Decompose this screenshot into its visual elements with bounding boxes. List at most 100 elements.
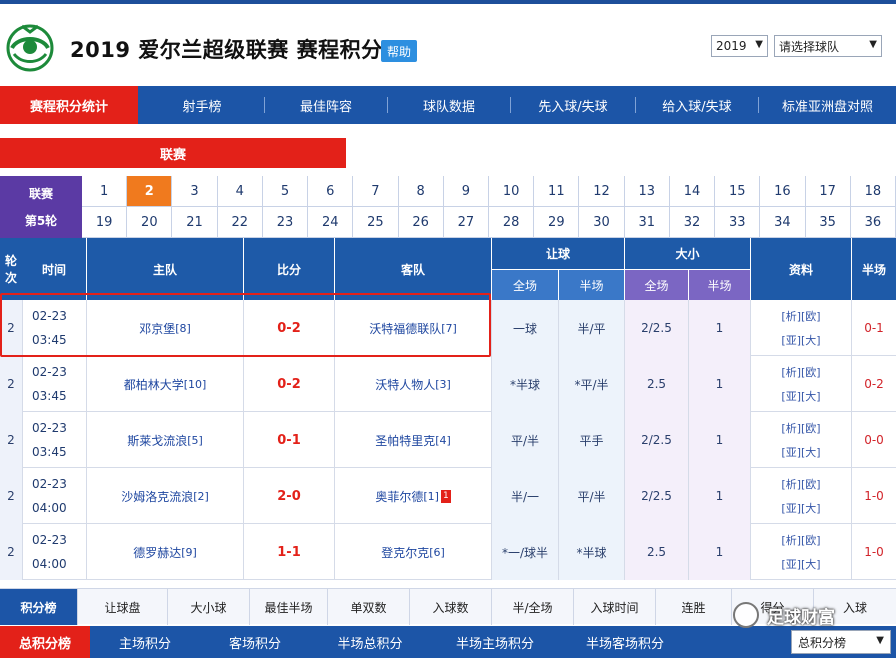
round-24[interactable]: 24 xyxy=(308,207,354,238)
round-label-bottom: 第5轮 xyxy=(24,214,58,228)
overunder-full: 2/2.5 xyxy=(625,468,688,524)
tab-best-half[interactable]: 最佳半场 xyxy=(250,589,328,625)
round-21[interactable]: 21 xyxy=(172,207,218,238)
match-score[interactable]: 0-2 xyxy=(277,321,301,336)
round-27[interactable]: 27 xyxy=(443,207,489,238)
home-team-link[interactable]: 邓京堡 xyxy=(139,320,175,337)
handicap-full: 一球 xyxy=(492,300,558,356)
col-header-score: 比分 xyxy=(244,238,334,300)
year-select[interactable]: 2019 ▼ xyxy=(711,35,768,57)
analysis-odds-link[interactable]: [析][欧] xyxy=(781,420,820,436)
away-team-link[interactable]: 奥菲尔德 xyxy=(375,488,423,505)
tab-odd-even[interactable]: 单双数 xyxy=(328,589,410,625)
analysis-odds-link[interactable]: [析][欧] xyxy=(781,532,820,548)
tab-half-home-standings[interactable]: 半场主场积分 xyxy=(430,626,560,658)
round-12[interactable]: 12 xyxy=(579,176,625,207)
round-3[interactable]: 3 xyxy=(172,176,218,207)
round-16[interactable]: 16 xyxy=(760,176,806,207)
match-score[interactable]: 2-0 xyxy=(277,489,301,504)
analysis-odds-link[interactable]: [析][欧] xyxy=(781,476,820,492)
round-2[interactable]: 2 xyxy=(127,176,173,207)
round-8[interactable]: 8 xyxy=(398,176,444,207)
away-team-cell: 登克尔克 [6] xyxy=(335,524,491,580)
away-team-link[interactable]: 登克尔克 xyxy=(381,544,429,561)
league-section-bar[interactable]: 联赛 xyxy=(0,138,346,168)
nav-item-best-lineup[interactable]: 最佳阵容 xyxy=(265,86,387,124)
tab-goals[interactable]: 入球数 xyxy=(410,589,492,625)
home-team-link[interactable]: 都柏林大学 xyxy=(124,376,184,393)
tab-home-standings[interactable]: 主场积分 xyxy=(90,626,200,658)
round-19[interactable]: 19 xyxy=(82,207,128,238)
asian-ou-link[interactable]: [亚][大] xyxy=(781,444,820,460)
round-23[interactable]: 23 xyxy=(262,207,309,238)
tab-streak[interactable]: 连胜 xyxy=(656,589,732,625)
round-11[interactable]: 11 xyxy=(534,176,580,207)
nav-item-schedule-standings[interactable]: 赛程积分统计 xyxy=(0,86,138,124)
away-team-link[interactable]: 沃特人物人 xyxy=(375,376,435,393)
tab-overunder[interactable]: 大小球 xyxy=(168,589,250,625)
round-22[interactable]: 22 xyxy=(217,207,263,238)
round-20[interactable]: 20 xyxy=(127,207,173,238)
round-18[interactable]: 18 xyxy=(850,176,896,207)
asian-ou-link[interactable]: [亚][大] xyxy=(781,332,820,348)
round-10[interactable]: 10 xyxy=(489,176,535,207)
home-team-link[interactable]: 沙姆洛克流浪 xyxy=(121,488,193,505)
tab-half-total-standings[interactable]: 半场总积分 xyxy=(310,626,430,658)
away-team-link[interactable]: 沃特福德联队 xyxy=(369,320,441,337)
tab-half-full[interactable]: 半/全场 xyxy=(492,589,574,625)
round-9[interactable]: 9 xyxy=(443,176,489,207)
round-7[interactable]: 7 xyxy=(353,176,399,207)
round-13[interactable]: 13 xyxy=(624,176,670,207)
score-cell: 2-0 xyxy=(244,468,334,524)
nav-item-first-goal[interactable]: 先入球/失球 xyxy=(511,86,635,124)
asian-ou-link[interactable]: [亚][大] xyxy=(781,556,820,572)
home-team-link[interactable]: 斯莱戈流浪 xyxy=(127,432,187,449)
tab-goal-time[interactable]: 入球时间 xyxy=(574,589,656,625)
round-28[interactable]: 28 xyxy=(489,207,535,238)
away-team-link[interactable]: 圣帕特里克 xyxy=(375,432,435,449)
tab-handicap[interactable]: 让球盘 xyxy=(78,589,168,625)
round-31[interactable]: 31 xyxy=(624,207,670,238)
asian-ou-link[interactable]: [亚][大] xyxy=(781,500,820,516)
nav-item-give-goal[interactable]: 给入球/失球 xyxy=(636,86,758,124)
column-divider xyxy=(688,412,689,468)
round-25[interactable]: 25 xyxy=(353,207,399,238)
home-team-link[interactable]: 德罗赫达 xyxy=(133,544,181,561)
round-15[interactable]: 15 xyxy=(715,176,761,207)
tab-half-away-standings[interactable]: 半场客场积分 xyxy=(560,626,690,658)
round-17[interactable]: 17 xyxy=(805,176,851,207)
team-select[interactable]: 请选择球队 ▼ xyxy=(774,35,882,57)
round-30[interactable]: 30 xyxy=(579,207,625,238)
round-4[interactable]: 4 xyxy=(217,176,263,207)
round-35[interactable]: 35 xyxy=(805,207,851,238)
round-32[interactable]: 32 xyxy=(669,207,716,238)
round-14[interactable]: 14 xyxy=(669,176,716,207)
match-score[interactable]: 0-2 xyxy=(277,377,301,392)
col-header-handicap-half: 半场 xyxy=(559,270,624,300)
match-score[interactable]: 1-1 xyxy=(277,545,301,560)
help-button[interactable]: 帮助 xyxy=(381,40,417,62)
round-34[interactable]: 34 xyxy=(760,207,806,238)
standings-select[interactable]: 总积分榜 ▼ xyxy=(791,630,891,654)
round-5[interactable]: 5 xyxy=(262,176,309,207)
match-score[interactable]: 0-1 xyxy=(277,433,301,448)
round-33[interactable]: 33 xyxy=(715,207,761,238)
asian-ou-link[interactable]: [亚][大] xyxy=(781,388,820,404)
column-divider xyxy=(688,300,689,356)
analysis-odds-link[interactable]: [析][欧] xyxy=(781,364,820,380)
overunder-half: 1 xyxy=(689,356,750,412)
tab-away-standings[interactable]: 客场积分 xyxy=(200,626,310,658)
round-1[interactable]: 1 xyxy=(82,176,128,207)
nav-item-asian-handicap[interactable]: 标准亚洲盘对照 xyxy=(759,86,896,124)
column-divider xyxy=(750,356,751,412)
nav-item-scorers[interactable]: 射手榜 xyxy=(140,86,264,124)
round-6[interactable]: 6 xyxy=(308,176,354,207)
column-divider xyxy=(558,300,559,356)
analysis-odds-link[interactable]: [析][欧] xyxy=(781,308,820,324)
round-36[interactable]: 36 xyxy=(850,207,896,238)
nav-item-team-data[interactable]: 球队数据 xyxy=(388,86,510,124)
tab-total-standings[interactable]: 总积分榜 xyxy=(0,626,90,658)
tab-standings[interactable]: 积分榜 xyxy=(0,589,78,625)
round-29[interactable]: 29 xyxy=(534,207,580,238)
round-26[interactable]: 26 xyxy=(398,207,444,238)
